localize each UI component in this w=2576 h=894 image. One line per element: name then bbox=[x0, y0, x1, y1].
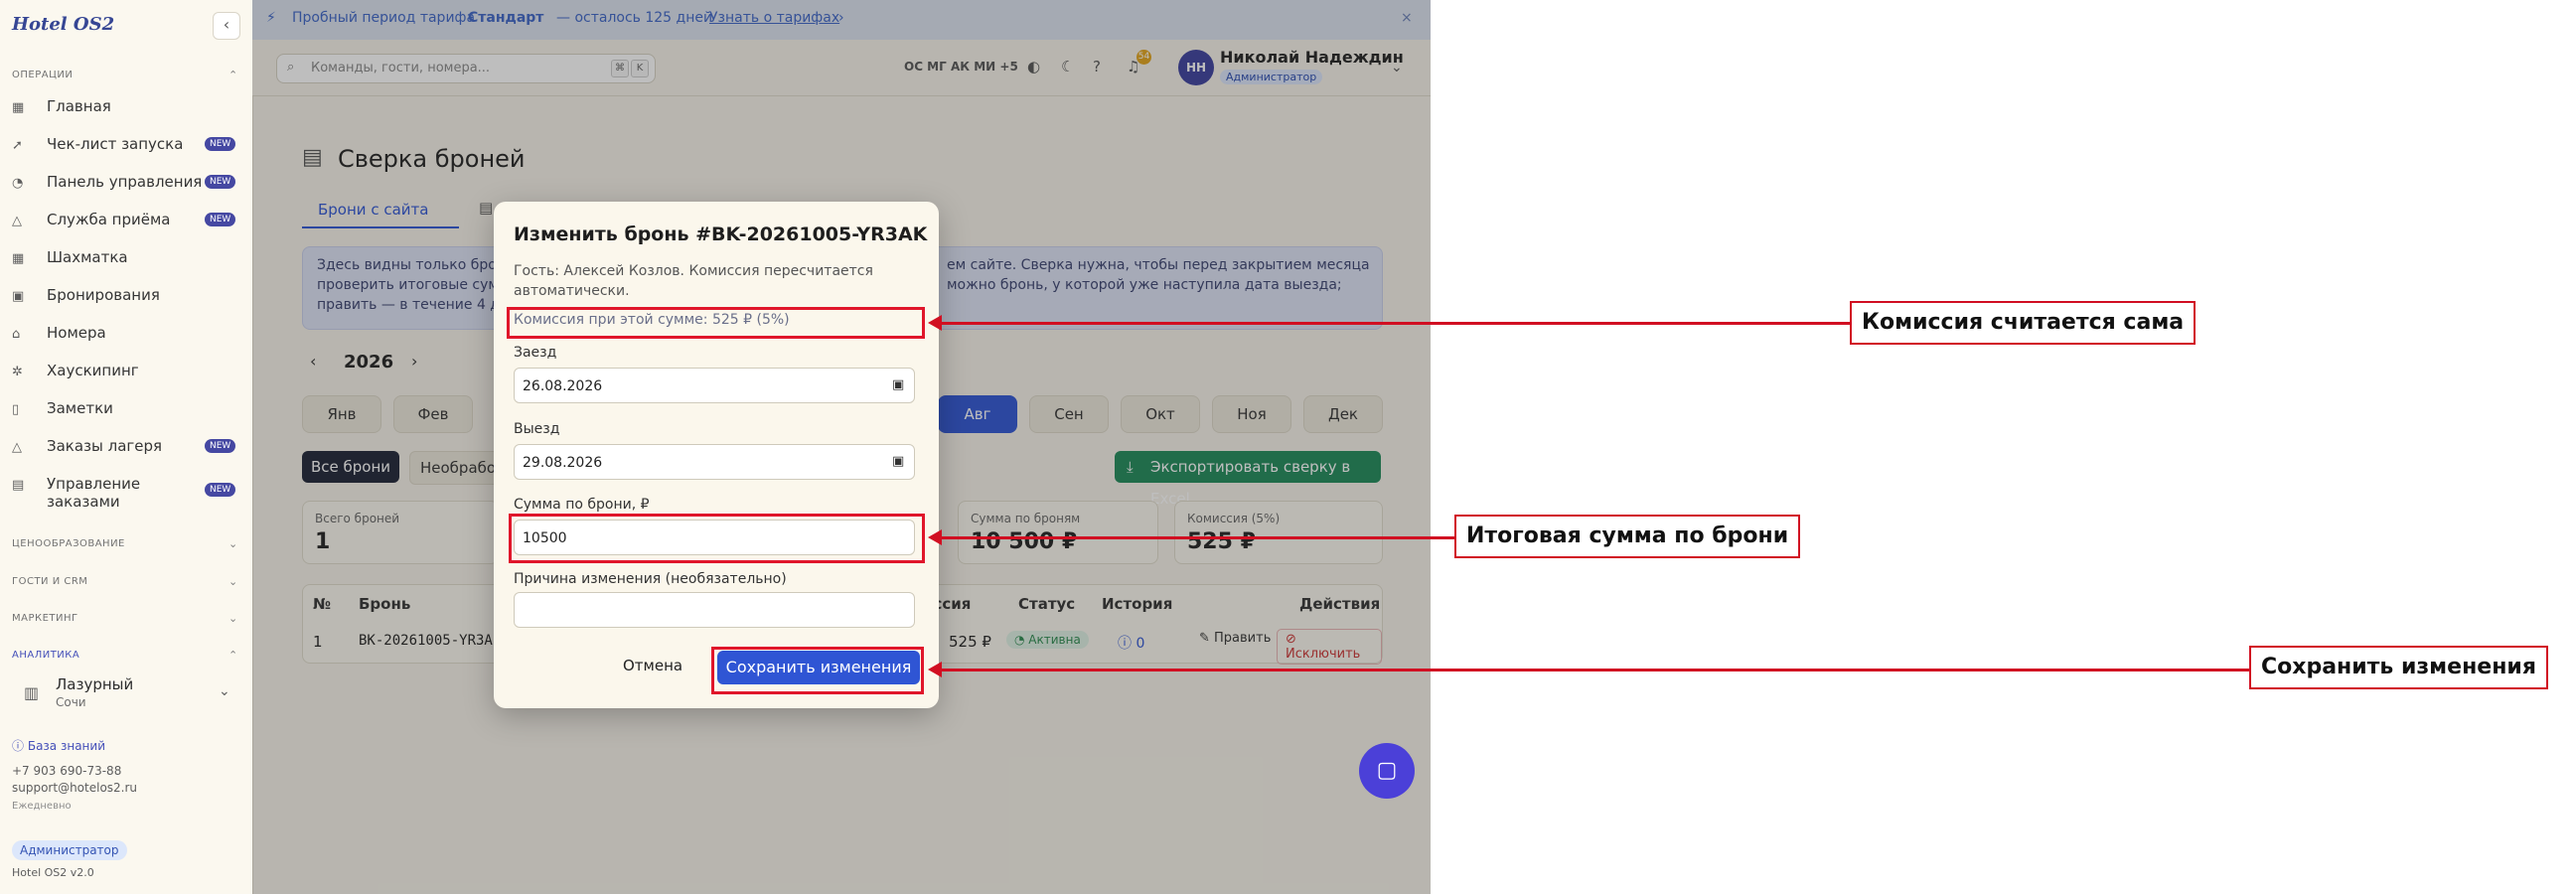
arrow-head bbox=[928, 662, 942, 677]
edit-booking-modal: Изменить бронь #BK-20261005-YR3AK Гость:… bbox=[494, 202, 939, 708]
highlight-commission bbox=[507, 307, 925, 339]
app-window: Hotel OS2 ‹ ОПЕРАЦИИ ⌃ ▦ Главная ➚ Чек-лист… bbox=[0, 0, 1431, 894]
amount-label: Сумма по брони, ₽ bbox=[514, 497, 650, 513]
arrow-save bbox=[940, 669, 2249, 671]
sidebar-dim bbox=[0, 0, 252, 894]
checkin-label: Заезд bbox=[514, 345, 557, 361]
callout-commission: Комиссия считается сама bbox=[1850, 301, 2197, 345]
reason-field[interactable] bbox=[514, 592, 915, 628]
modal-subtitle-line: Гость: Алексей Козлов. Комиссия пересчит… bbox=[514, 263, 873, 279]
chat-button[interactable]: ▢ bbox=[1359, 743, 1415, 799]
modal-title: Изменить бронь #BK-20261005-YR3AK bbox=[514, 224, 928, 245]
checkout-date-field[interactable]: 29.08.2026 ▣ bbox=[514, 444, 915, 480]
calendar-icon[interactable]: ▣ bbox=[892, 377, 904, 392]
highlight-amount bbox=[509, 514, 925, 563]
cancel-button[interactable]: Отмена bbox=[617, 653, 688, 678]
calendar-icon[interactable]: ▣ bbox=[892, 454, 904, 469]
modal-subtitle-line: автоматически. bbox=[514, 283, 630, 299]
checkin-date-field[interactable]: 26.08.2026 ▣ bbox=[514, 368, 915, 403]
highlight-save bbox=[711, 647, 924, 694]
arrow-total bbox=[940, 536, 1454, 539]
checkout-value: 29.08.2026 bbox=[523, 455, 603, 471]
arrow-head bbox=[928, 315, 942, 331]
callout-total: Итоговая сумма по брони bbox=[1454, 515, 1801, 558]
chat-icon: ▢ bbox=[1376, 758, 1398, 783]
checkin-value: 26.08.2026 bbox=[523, 378, 603, 394]
reason-label: Причина изменения (необязательно) bbox=[514, 571, 787, 587]
callout-save: Сохранить изменения bbox=[2249, 646, 2548, 689]
arrow-head bbox=[928, 529, 942, 545]
checkout-label: Выезд bbox=[514, 421, 560, 437]
arrow-commission bbox=[940, 322, 1850, 325]
